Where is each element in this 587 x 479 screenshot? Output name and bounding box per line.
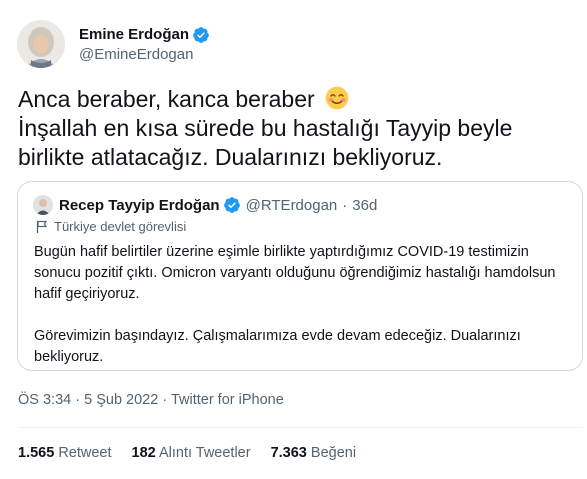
quoted-verified-badge-icon	[223, 197, 240, 213]
quoted-paragraph-1: Bugün hafif belirtiler üzerine eşimle bi…	[34, 244, 556, 302]
flag-icon	[36, 220, 48, 233]
tweet-time[interactable]: ÖS 3:34	[18, 392, 71, 408]
quote-tweets-stat[interactable]: 182 Alıntı Tweetler	[132, 445, 251, 461]
retweets-stat[interactable]: 1.565 Retweet	[18, 445, 112, 461]
quoted-paragraph-2: Görevimizin başındayız. Çalışmalarımıza …	[34, 328, 521, 365]
quoted-age[interactable]: 36d	[352, 197, 377, 214]
tweet-header: Emine Erdoğan @EmineErdogan	[17, 20, 210, 68]
tweet-text-body: İnşallah en kısa sürede bu hastalığı Tay…	[18, 115, 513, 170]
quoted-author-avatar[interactable]	[33, 195, 53, 215]
author-display-name[interactable]: Emine Erdoğan	[79, 26, 189, 43]
smiling-face-icon	[325, 86, 349, 110]
tweet-metadata: ÖS 3:34 · 5 Şub 2022 · Twitter for iPhon…	[18, 392, 284, 408]
quoted-author-handle[interactable]: @RTErdogan	[246, 197, 338, 214]
tweet-source[interactable]: Twitter for iPhone	[171, 392, 284, 408]
verified-badge-icon	[193, 26, 209, 43]
meta-dot: ·	[75, 392, 81, 408]
retweets-label: Retweet	[58, 445, 112, 461]
likes-label: Beğeni	[310, 445, 357, 461]
quoted-tweet-text: Bugün hafif belirtiler üzerine eşimle bi…	[34, 242, 569, 368]
likes-count: 7.363	[270, 445, 307, 461]
quoted-separator: ·	[342, 196, 348, 214]
meta-dot-2: ·	[162, 392, 168, 408]
quoted-tweet[interactable]: Recep Tayyip Erdoğan @RTErdogan · 36d Tü…	[17, 181, 583, 371]
tweet-text: Anca beraber, kanca beraber İnşallah en …	[18, 85, 583, 172]
author-avatar[interactable]	[17, 20, 65, 68]
retweets-count: 1.565	[18, 445, 55, 461]
government-label-text: Türkiye devlet görevlisi	[54, 219, 187, 234]
author-handle[interactable]: @EmineErdogan	[79, 46, 210, 63]
engagement-stats: 1.565 Retweet 182 Alıntı Tweetler 7.363 …	[18, 445, 376, 461]
quote-tweets-count: 182	[131, 445, 156, 461]
quote-tweets-label: Alıntı Tweetler	[158, 445, 251, 461]
likes-stat[interactable]: 7.363 Beğeni	[271, 445, 356, 461]
government-label[interactable]: Türkiye devlet görevlisi	[36, 219, 186, 234]
tweet-text-line1: Anca beraber, kanca beraber	[18, 86, 322, 112]
quoted-author-name[interactable]: Recep Tayyip Erdoğan	[59, 197, 220, 214]
divider-top	[18, 427, 583, 428]
tweet-date[interactable]: 5 Şub 2022	[84, 392, 158, 408]
